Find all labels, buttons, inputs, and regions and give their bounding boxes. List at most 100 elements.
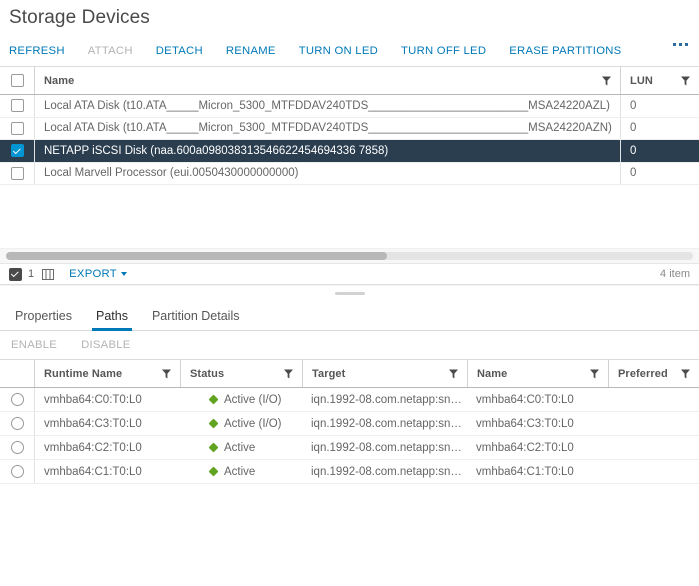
cell-runtime-name: vmhba64:C2:T0:L0 <box>34 436 180 459</box>
row-select-cell <box>0 140 34 162</box>
scrollbar-thumb[interactable] <box>6 252 387 260</box>
details-tab-bar: PropertiesPathsPartition Details <box>0 301 699 331</box>
path-select-cell <box>0 436 34 459</box>
status-diamond-icon <box>209 395 219 405</box>
status-text: Active <box>224 466 255 478</box>
column-header-name-label: Name <box>35 73 74 89</box>
column-header-target[interactable]: Target <box>302 360 467 387</box>
cell-device-name: Local ATA Disk (t10.ATA_____Micron_5300_… <box>34 95 620 117</box>
target-text: iqn.1992-08.com.netapp:sn… <box>302 418 462 430</box>
column-header-runtime-name[interactable]: Runtime Name <box>34 360 180 387</box>
devices-grid-footer: 1 EXPORT 4 item <box>0 263 699 285</box>
devices-horizontal-scrollbar[interactable] <box>0 248 699 263</box>
runtime-name-text: vmhba64:C0:T0:L0 <box>35 394 142 406</box>
selection-indicator-checkbox[interactable] <box>9 268 22 281</box>
cell-device-name: Local Marvell Processor (eui.00504300000… <box>34 163 620 185</box>
toolbar-action-refresh[interactable]: REFRESH <box>9 45 65 57</box>
row-select-cell <box>0 118 34 140</box>
select-all-checkbox[interactable] <box>11 74 24 87</box>
cell-path-name: vmhba64:C1:T0:L0 <box>467 460 608 483</box>
cell-preferred <box>608 460 699 483</box>
chevron-down-icon <box>121 272 127 276</box>
device-name-text: Local ATA Disk (t10.ATA_____Micron_5300_… <box>35 100 610 112</box>
scrollbar-track[interactable] <box>6 252 693 260</box>
table-row[interactable]: NETAPP iSCSI Disk (naa.600a0980383135466… <box>0 140 699 163</box>
row-checkbox[interactable] <box>11 122 24 135</box>
cell-preferred <box>608 436 699 459</box>
paths-action-disable: DISABLE <box>81 339 130 351</box>
cell-device-name: Local ATA Disk (t10.ATA_____Micron_5300_… <box>34 118 620 140</box>
filter-icon[interactable] <box>602 76 611 85</box>
path-name-text: vmhba64:C0:T0:L0 <box>467 394 574 406</box>
status-text: Active <box>224 442 255 454</box>
cell-status: Active <box>180 436 302 459</box>
cell-status: Active (I/O) <box>180 388 302 411</box>
device-action-toolbar: REFRESHATTACHDETACHRENAMETURN ON LEDTURN… <box>0 36 699 66</box>
column-header-path-name-label: Name <box>468 366 507 382</box>
table-row[interactable]: vmhba64:C3:T0:L0Active (I/O)iqn.1992-08.… <box>0 412 699 436</box>
page-title: Storage Devices <box>0 0 699 31</box>
filter-icon[interactable] <box>449 369 458 378</box>
export-button[interactable]: EXPORT <box>69 268 127 280</box>
export-label: EXPORT <box>69 268 117 280</box>
filter-icon[interactable] <box>162 369 171 378</box>
column-header-path-name[interactable]: Name <box>467 360 608 387</box>
table-row[interactable]: vmhba64:C0:T0:L0Active (I/O)iqn.1992-08.… <box>0 388 699 412</box>
row-checkbox[interactable] <box>11 167 24 180</box>
more-horizontal-icon[interactable] <box>673 43 688 46</box>
device-name-text: Local Marvell Processor (eui.00504300000… <box>35 167 298 179</box>
column-header-lun[interactable]: LUN <box>620 67 699 94</box>
path-radio-button[interactable] <box>11 441 24 454</box>
device-name-text: NETAPP iSCSI Disk (naa.600a0980383135466… <box>35 145 388 157</box>
toolbar-action-rename[interactable]: RENAME <box>226 45 276 57</box>
table-row[interactable]: vmhba64:C2:T0:L0Activeiqn.1992-08.com.ne… <box>0 436 699 460</box>
path-radio-button[interactable] <box>11 417 24 430</box>
path-name-text: vmhba64:C3:T0:L0 <box>467 418 574 430</box>
cell-device-name: NETAPP iSCSI Disk (naa.600a0980383135466… <box>34 140 620 162</box>
row-select-cell <box>0 163 34 185</box>
toolbar-action-erase-partitions[interactable]: ERASE PARTITIONS <box>509 45 621 57</box>
tab-paths[interactable]: Paths <box>84 309 140 330</box>
paths-grid-header: Runtime Name Status Target Name <box>0 359 699 388</box>
column-header-preferred[interactable]: Preferred <box>608 360 699 387</box>
filter-icon[interactable] <box>284 369 293 378</box>
storage-devices-grid: Name LUN Local ATA Disk (t10.ATA_____Mic… <box>0 66 699 285</box>
filter-icon[interactable] <box>681 369 690 378</box>
toolbar-action-turn-on-led[interactable]: TURN ON LED <box>299 45 378 57</box>
column-header-name[interactable]: Name <box>34 67 620 94</box>
items-count: 4 item <box>660 268 690 280</box>
toolbar-action-turn-off-led[interactable]: TURN OFF LED <box>401 45 486 57</box>
cell-lun: 0 <box>620 118 699 140</box>
selected-count: 1 <box>28 268 34 280</box>
status-text: Active (I/O) <box>224 394 282 406</box>
table-row[interactable]: Local ATA Disk (t10.ATA_____Micron_5300_… <box>0 118 699 141</box>
column-header-runtime-name-label: Runtime Name <box>35 366 122 382</box>
column-header-lun-label: LUN <box>621 73 653 89</box>
cell-runtime-name: vmhba64:C3:T0:L0 <box>34 412 180 435</box>
runtime-name-text: vmhba64:C1:T0:L0 <box>35 466 142 478</box>
filter-icon[interactable] <box>681 76 690 85</box>
cell-status: Active <box>180 460 302 483</box>
column-header-status[interactable]: Status <box>180 360 302 387</box>
columns-icon[interactable] <box>42 269 54 280</box>
cell-path-name: vmhba64:C2:T0:L0 <box>467 436 608 459</box>
tab-partition-details[interactable]: Partition Details <box>140 309 252 330</box>
status-diamond-icon <box>209 467 219 477</box>
path-radio-button[interactable] <box>11 465 24 478</box>
table-row[interactable]: vmhba64:C1:T0:L0Activeiqn.1992-08.com.ne… <box>0 460 699 484</box>
panel-splitter[interactable] <box>0 285 699 301</box>
table-row[interactable]: Local ATA Disk (t10.ATA_____Micron_5300_… <box>0 95 699 118</box>
table-row[interactable]: Local Marvell Processor (eui.00504300000… <box>0 163 699 186</box>
lun-text: 0 <box>621 122 636 134</box>
tab-properties[interactable]: Properties <box>3 309 84 330</box>
splitter-handle[interactable] <box>335 292 365 295</box>
toolbar-action-detach[interactable]: DETACH <box>156 45 203 57</box>
row-checkbox[interactable] <box>11 144 24 157</box>
filter-icon[interactable] <box>590 369 599 378</box>
row-checkbox[interactable] <box>11 99 24 112</box>
path-name-text: vmhba64:C2:T0:L0 <box>467 442 574 454</box>
path-radio-button[interactable] <box>11 393 24 406</box>
cell-lun: 0 <box>620 140 699 162</box>
column-header-status-label: Status <box>181 366 224 382</box>
status-diamond-icon <box>209 443 219 453</box>
